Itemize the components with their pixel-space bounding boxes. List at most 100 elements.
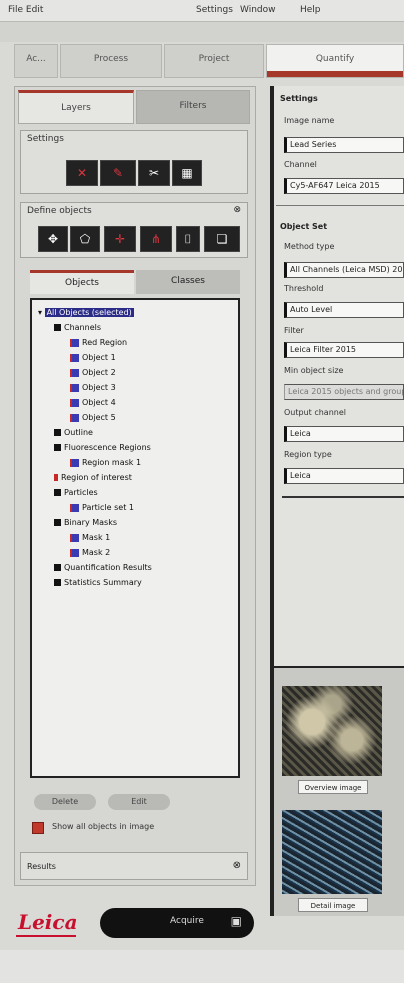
menu-help[interactable]: Help <box>300 5 321 15</box>
tab-process[interactable]: Process <box>60 44 162 78</box>
min-size-field[interactable]: Leica 2015 objects and groups <box>284 384 404 400</box>
filter-field[interactable]: Leica Filter 2015 <box>284 342 404 358</box>
tree-item[interactable]: Region mask 1 <box>70 456 141 469</box>
tree-item-label: Region mask 1 <box>82 458 142 467</box>
folder-icon <box>54 579 61 586</box>
object-icon <box>70 353 79 362</box>
subtab-layers[interactable]: Layers <box>18 90 134 124</box>
object-icon <box>70 503 79 512</box>
delete-button[interactable]: Delete <box>34 794 96 810</box>
camera-icon: ▣ <box>230 914 242 928</box>
brush-tool-button[interactable]: ✎ <box>100 160 136 186</box>
collapse-icon[interactable]: ⊗ <box>233 860 241 871</box>
object-tree[interactable]: ▾ All Objects (selected) Channels Red Regi… <box>30 298 240 778</box>
split-icon[interactable]: ⋔ <box>140 226 172 252</box>
grid-tool-button[interactable]: ▦ <box>172 160 202 186</box>
section-divider <box>282 496 404 498</box>
tool-strip <box>0 22 404 42</box>
tree-item[interactable]: Mask 2 <box>70 546 110 559</box>
tree-item-label: Red Region <box>82 338 128 347</box>
tree-item[interactable]: Mask 1 <box>70 531 110 544</box>
menu-file[interactable]: File Edit <box>8 5 43 15</box>
results-group: Results ⊗ <box>20 852 248 880</box>
region-type-label: Region type <box>284 450 332 459</box>
tab-quantify[interactable]: Quantify <box>266 44 404 78</box>
show-all-checkbox[interactable] <box>32 822 44 834</box>
method-field[interactable]: All Channels (Leica MSD) 2015 <box>284 262 404 278</box>
channel-label: Channel <box>284 160 317 169</box>
layers-icon[interactable]: ❏ <box>204 226 240 252</box>
tree-item[interactable]: Red Region <box>70 336 127 349</box>
folder-icon <box>54 444 61 451</box>
status-bar <box>0 950 404 983</box>
bracket-icon[interactable]: ⌷ <box>176 226 200 252</box>
output-channel-field[interactable]: Leica <box>284 426 404 442</box>
tree-item[interactable]: Particles <box>54 486 98 499</box>
tree-item[interactable]: Object 4 <box>70 396 116 409</box>
tree-item[interactable]: Outline <box>54 426 93 439</box>
method-label: Method type <box>284 242 335 251</box>
tree-item-label: Object 4 <box>82 398 116 407</box>
folder-icon <box>54 429 61 436</box>
tree-item-label: Object 5 <box>82 413 116 422</box>
tree-item-label: Binary Masks <box>64 518 118 527</box>
threshold-field[interactable]: Auto Level <box>284 302 404 318</box>
crosshair-icon[interactable]: ✛ <box>104 226 136 252</box>
tree-item[interactable]: Object 1 <box>70 351 116 364</box>
overview-thumbnail[interactable] <box>282 686 382 776</box>
tab-classes[interactable]: Classes <box>136 270 240 294</box>
tab-objects[interactable]: Objects <box>30 270 134 294</box>
tree-item[interactable]: Quantification Results <box>54 561 152 574</box>
tree-item-label: Outline <box>64 428 93 437</box>
tree-item[interactable]: Region of interest <box>54 471 132 484</box>
output-channel-label: Output channel <box>284 408 346 417</box>
channel-field[interactable]: Cy5-AF647 Leica 2015 <box>284 178 404 194</box>
divider <box>276 205 404 206</box>
tree-item[interactable]: Binary Masks <box>54 516 117 529</box>
close-icon[interactable]: ⊗ <box>233 205 241 215</box>
menu-settings[interactable]: Settings <box>196 5 233 15</box>
object-icon <box>70 338 79 347</box>
tree-item[interactable]: Fluorescence Regions <box>54 441 151 454</box>
tree-item-label: Object 3 <box>82 383 116 392</box>
folder-icon <box>54 489 61 496</box>
logo-underline <box>16 935 76 937</box>
overview-caption: Overview image <box>298 780 368 794</box>
tree-item-label: Particles <box>64 488 98 497</box>
polygon-icon[interactable]: ⬠ <box>70 226 100 252</box>
tree-item-label: Object 1 <box>82 353 116 362</box>
threshold-label: Threshold <box>284 284 324 293</box>
min-size-label: Min object size <box>284 366 344 375</box>
tree-item-label: Quantification Results <box>64 563 152 572</box>
tree-item[interactable]: Object 3 <box>70 381 116 394</box>
menu-window[interactable]: Window <box>240 5 276 15</box>
object-icon <box>70 368 79 377</box>
object-icon <box>70 398 79 407</box>
results-label: Results <box>27 862 56 871</box>
subtab-filters[interactable]: Filters <box>136 90 250 124</box>
tree-item[interactable]: Object 2 <box>70 366 116 379</box>
detail-thumbnail[interactable] <box>282 810 382 894</box>
tree-item[interactable]: Particle set 1 <box>70 501 134 514</box>
tab-project[interactable]: Project <box>164 44 264 78</box>
settings-header: Settings <box>280 94 318 103</box>
settings-group-title: Settings <box>27 134 64 144</box>
tree-item[interactable]: ▾ All Objects (selected) <box>38 306 134 319</box>
tree-item[interactable]: Object 5 <box>70 411 116 424</box>
expand-icon: ▾ <box>38 308 45 317</box>
folder-icon <box>54 564 61 571</box>
select-tool-button[interactable]: ✕ <box>66 160 98 186</box>
tree-item-label: Mask 1 <box>82 533 111 542</box>
tree-item-label: Statistics Summary <box>64 578 142 587</box>
acquire-button[interactable]: Acquire ▣ <box>100 908 254 938</box>
object-icon <box>70 533 79 542</box>
region-type-field[interactable]: Leica <box>284 468 404 484</box>
scissor-tool-button[interactable]: ✂ <box>138 160 170 186</box>
tree-item[interactable]: Statistics Summary <box>54 576 142 589</box>
move-icon[interactable]: ✥ <box>38 226 68 252</box>
tab-acquire[interactable]: Ac... <box>14 44 58 78</box>
image-name-field[interactable]: Lead Series <box>284 137 404 153</box>
edit-button[interactable]: Edit <box>108 794 170 810</box>
tree-item-label: Object 2 <box>82 368 116 377</box>
tree-item[interactable]: Channels <box>54 321 101 334</box>
